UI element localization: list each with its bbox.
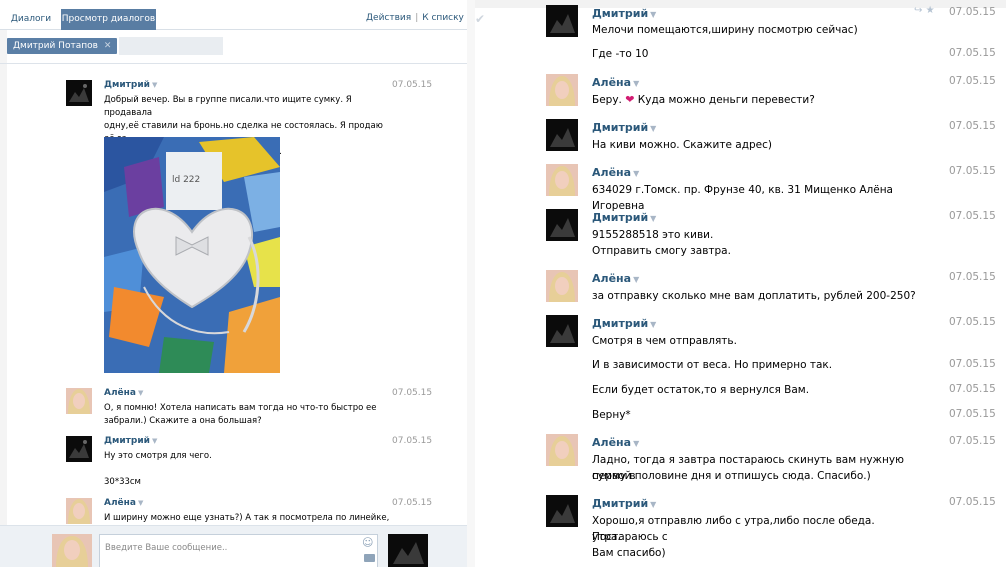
- author-name[interactable]: Дмитрий ▼: [104, 80, 157, 90]
- tab-view-dialogs[interactable]: Просмотр диалогов: [61, 9, 156, 30]
- avatar-blonde[interactable]: [546, 434, 578, 466]
- message-text: 9155288518 это киви.: [592, 229, 714, 241]
- message-text: Верну*: [592, 409, 631, 421]
- photo-note: ld 222: [172, 175, 200, 185]
- message-text: утра.: [592, 531, 621, 543]
- message-date: 07.05.15: [949, 358, 996, 370]
- camera-icon[interactable]: [364, 554, 375, 562]
- message-date: 07.05.15: [949, 496, 996, 508]
- check-icon[interactable]: ✔: [475, 12, 485, 26]
- message-date: 07.05.15: [949, 408, 996, 420]
- message-date: 07.05.15: [392, 388, 433, 398]
- right-gutter: [467, 0, 475, 567]
- message-text: Вам спасибо): [592, 547, 666, 559]
- actions-link[interactable]: Действия: [366, 13, 411, 23]
- avatar-dark[interactable]: [546, 119, 578, 151]
- message-input[interactable]: Введите Ваше сообщение..: [99, 534, 378, 567]
- message-text: Ну это смотря для чего. 30*33см: [104, 451, 212, 487]
- separator: |: [415, 13, 419, 23]
- avatar-dark[interactable]: [546, 209, 578, 241]
- avatar-blonde[interactable]: [66, 498, 92, 524]
- author-name[interactable]: Дмитрий ▼: [592, 497, 656, 510]
- message-date: 07.05.15: [949, 47, 996, 59]
- blurred-field: [119, 37, 223, 55]
- smile-icon[interactable]: ☺: [362, 536, 373, 549]
- avatar-blonde[interactable]: [546, 74, 578, 106]
- avatar-dark[interactable]: [546, 495, 578, 527]
- author-name[interactable]: Алёна ▼: [104, 388, 143, 398]
- avatar-dark[interactable]: [66, 80, 92, 106]
- author-name[interactable]: Дмитрий ▼: [592, 7, 656, 20]
- screenshot-root: Диалоги Просмотр диалогов Действия | К спи…: [0, 0, 1006, 567]
- message-text: И в зависимости от веса. Но примерно так…: [592, 359, 833, 371]
- author-name[interactable]: Дмитрий ▼: [592, 121, 656, 134]
- header-divider: [0, 63, 467, 64]
- top-links: Действия |К списку дру: [366, 13, 467, 23]
- recipient-chip[interactable]: Дмитрий Потапов ✕: [7, 38, 118, 54]
- avatar-blonde[interactable]: [546, 164, 578, 196]
- close-icon[interactable]: ✕: [104, 41, 112, 51]
- author-name[interactable]: Алёна ▼: [592, 436, 639, 449]
- message-date: 07.05.15: [949, 6, 996, 18]
- message-text: На киви можно. Скажите адрес): [592, 139, 772, 151]
- avatar-blonde[interactable]: [66, 388, 92, 414]
- message-text: Беру. ❤ Куда можно деньги перевести?: [592, 93, 815, 106]
- message-composer: Введите Ваше сообщение.. ☺: [0, 525, 467, 567]
- right-dialog-panel: ✔ ↪ ★ Дмитрий ▼ 07.05.15 Мелочи помещаютс…: [467, 0, 1006, 567]
- author-name[interactable]: Алёна ▼: [592, 166, 639, 179]
- friends-list-link[interactable]: К списку дру: [422, 13, 467, 23]
- message-text: Смотря в чем отправлять.: [592, 335, 737, 347]
- message-date: 07.05.15: [949, 316, 996, 328]
- message-text: Отправить смогу завтра.: [592, 245, 731, 257]
- message-date: 07.05.15: [949, 271, 996, 283]
- recipient-name: Дмитрий Потапов: [13, 41, 98, 51]
- forward-icon[interactable]: ↪: [914, 5, 922, 16]
- message-text: И ширину можно еще узнать?) А так я посм…: [104, 513, 390, 523]
- author-name[interactable]: Алёна ▼: [592, 76, 639, 89]
- author-name[interactable]: Алёна ▼: [592, 272, 639, 285]
- message-text: 634029 г.Томск. пр. Фрунзе 40, кв. 31 Ми…: [592, 184, 893, 212]
- bag-photo[interactable]: ld 222: [104, 137, 280, 373]
- author-name[interactable]: Алёна ▼: [104, 498, 143, 508]
- message-actions: ↪ ★: [914, 5, 935, 16]
- my-avatar[interactable]: [52, 534, 92, 567]
- left-dialog-panel: Диалоги Просмотр диалогов Действия | К спи…: [0, 0, 467, 567]
- avatar-blonde[interactable]: [546, 270, 578, 302]
- tab-bar: Диалоги Просмотр диалогов Действия | К спи…: [0, 0, 467, 30]
- heart-emoji-icon: ❤: [625, 93, 635, 106]
- message-date: 07.05.15: [949, 75, 996, 87]
- tab-dialogs[interactable]: Диалоги: [8, 9, 54, 30]
- avatar-dark[interactable]: [546, 315, 578, 347]
- message-text: за отправку сколько мне вам доплатить, р…: [592, 290, 916, 302]
- message-date: 07.05.15: [949, 165, 996, 177]
- message-date: 07.05.15: [949, 383, 996, 395]
- avatar-dark[interactable]: [66, 436, 92, 462]
- message-date: 07.05.15: [392, 498, 433, 508]
- left-edge: [0, 0, 7, 567]
- recipient-avatar[interactable]: [388, 534, 428, 567]
- message-date: 07.05.15: [949, 435, 996, 447]
- message-text: Где -то 10: [592, 48, 649, 60]
- message-text: Мелочи помещаются,ширину посмотрю сейчас…: [592, 24, 858, 36]
- message-text: первой половине дня и отпишусь сюда. Спа…: [592, 470, 871, 482]
- message-date: 07.05.15: [392, 436, 433, 446]
- message-date: 07.05.15: [949, 210, 996, 222]
- message-date: 07.05.15: [949, 120, 996, 132]
- avatar-dark[interactable]: [546, 5, 578, 37]
- message-text: Если будет остаток,то я вернулся Вам.: [592, 384, 810, 396]
- author-name[interactable]: Дмитрий ▼: [104, 436, 157, 446]
- author-name[interactable]: Дмитрий ▼: [592, 211, 656, 224]
- message-text: О, я помню! Хотела написать вам тогда но…: [104, 403, 377, 426]
- author-name[interactable]: Дмитрий ▼: [592, 317, 656, 330]
- star-icon[interactable]: ★: [926, 5, 935, 16]
- message-date: 07.05.15: [392, 80, 433, 90]
